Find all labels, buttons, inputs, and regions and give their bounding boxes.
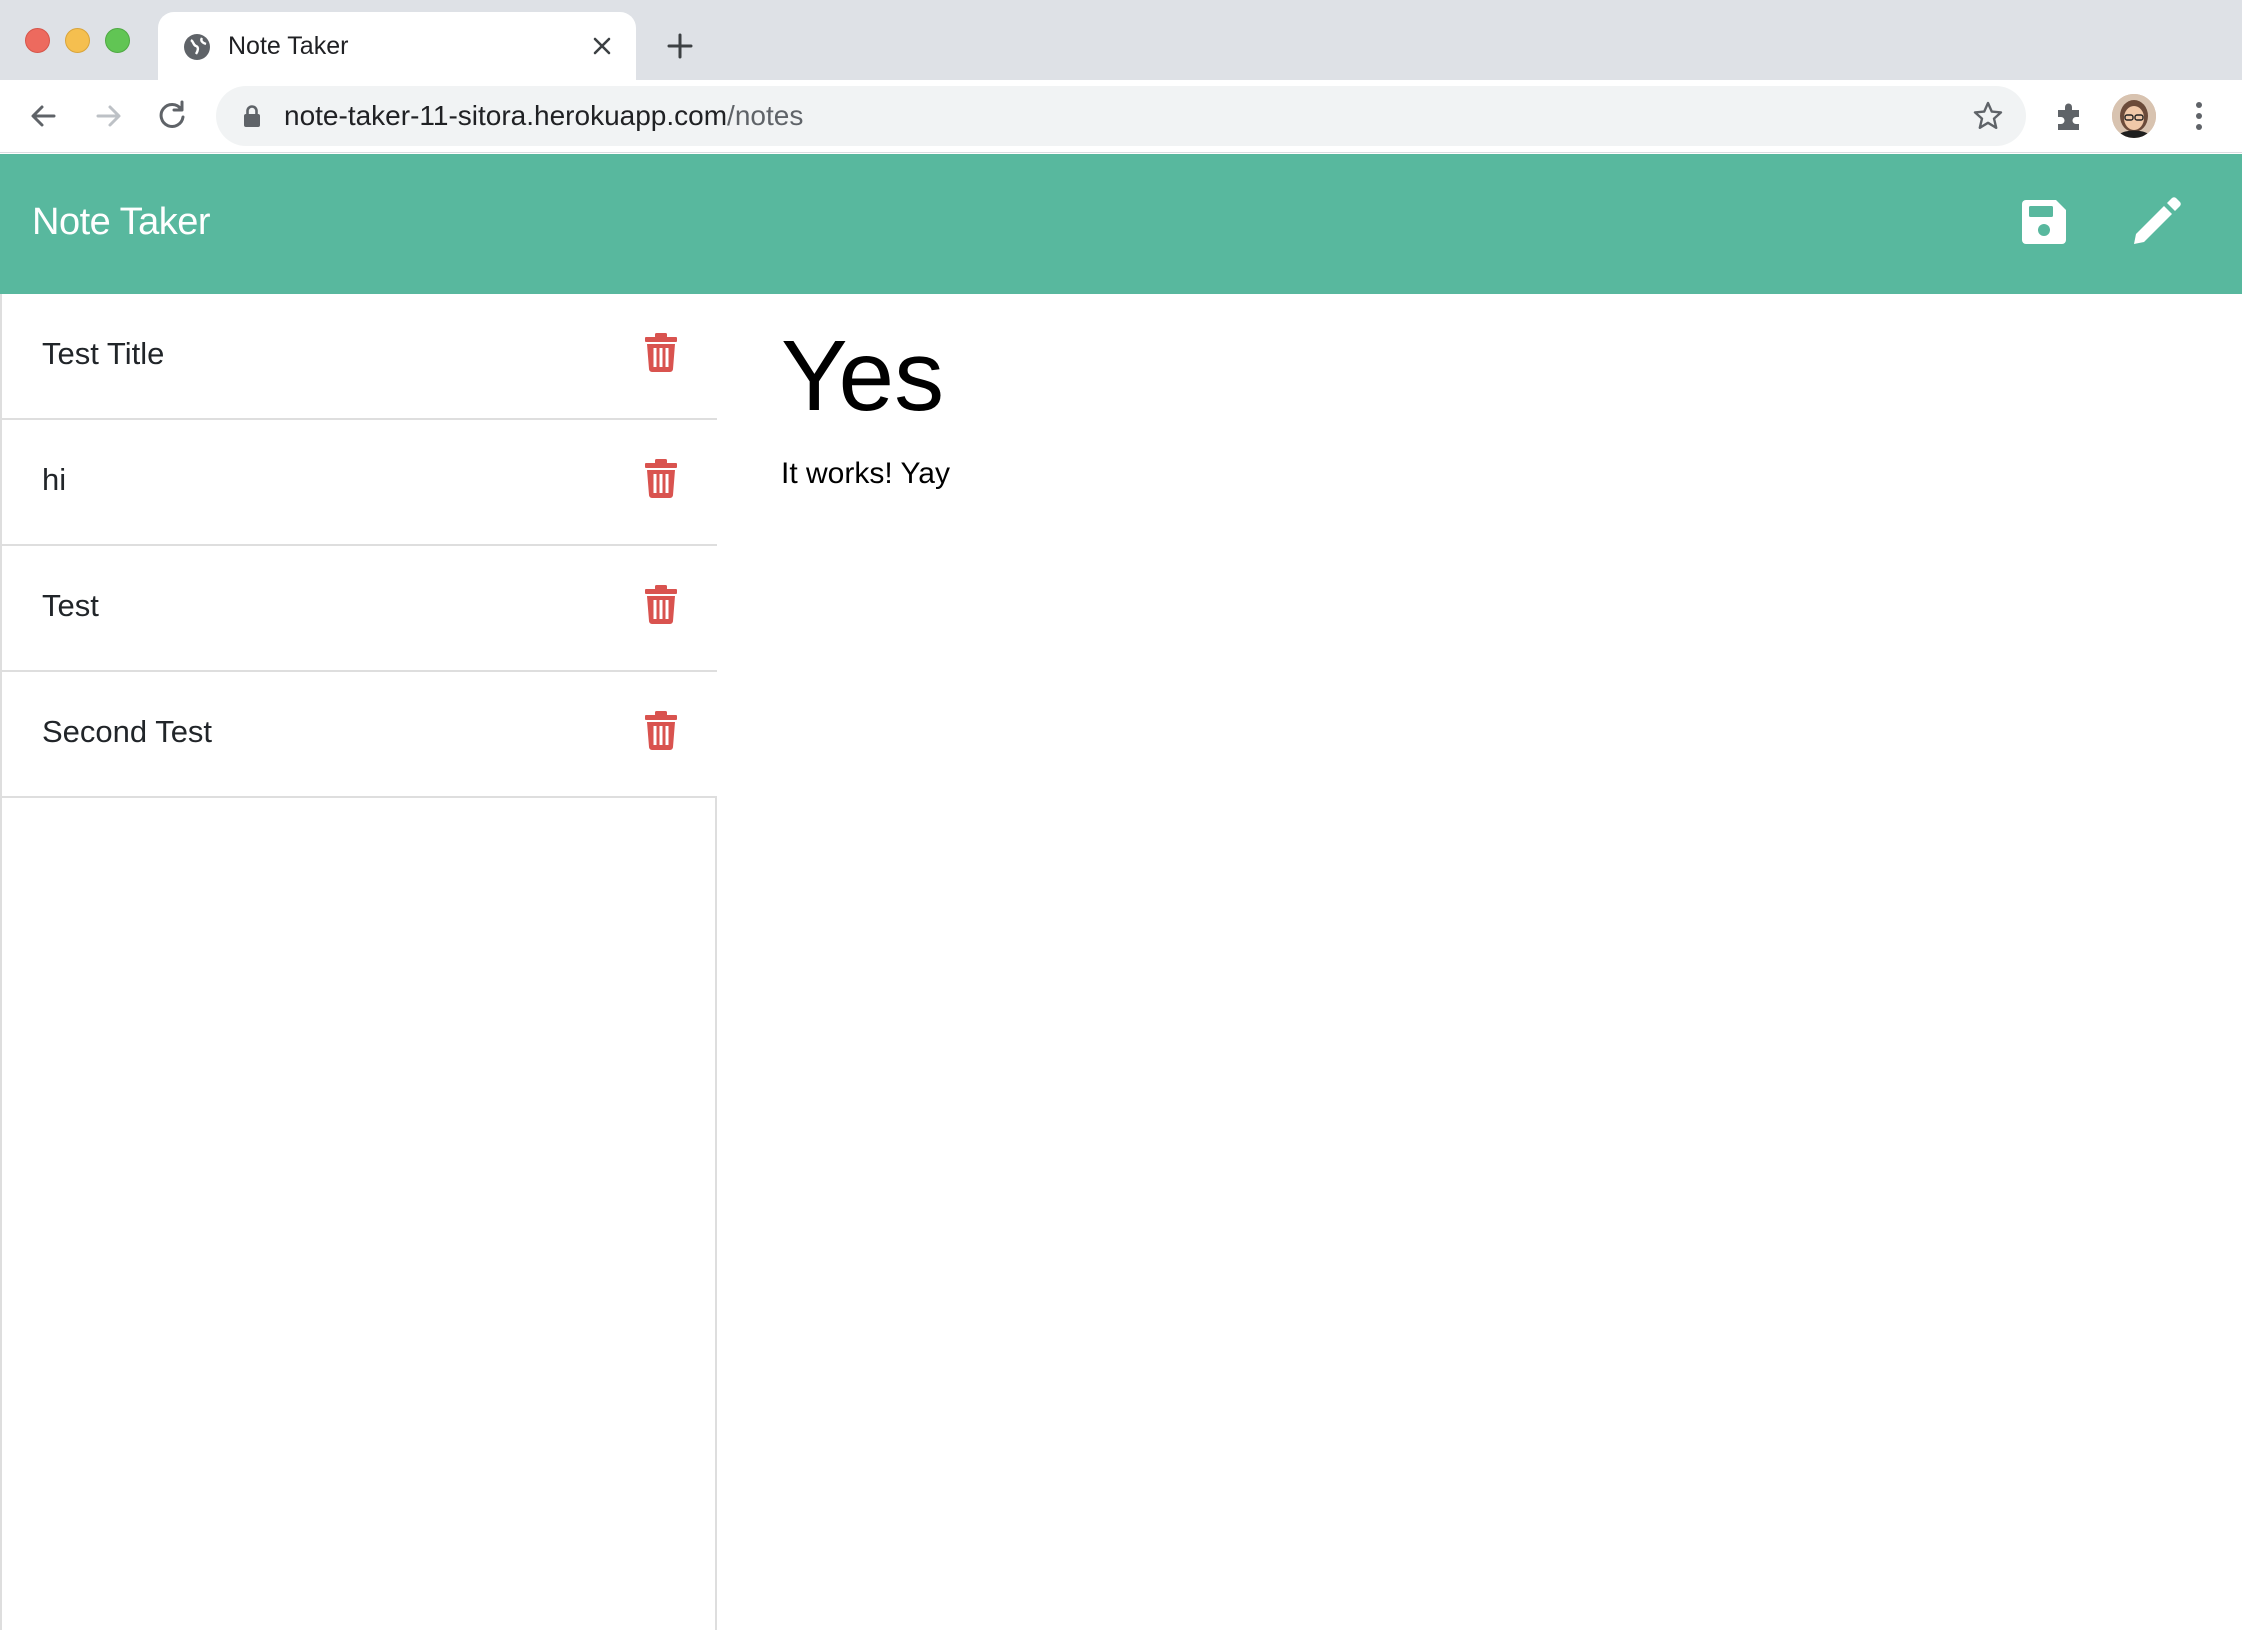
globe-icon [184, 34, 210, 60]
delete-trash-icon[interactable] [644, 458, 678, 498]
list-item[interactable]: hi [2, 420, 717, 546]
list-item[interactable]: Second Test [2, 672, 717, 798]
avatar-image [2112, 94, 2156, 138]
note-title-input[interactable]: Yes [781, 316, 944, 436]
back-arrow-icon[interactable] [22, 94, 66, 138]
profile-avatar[interactable] [2112, 94, 2156, 138]
note-list: Test Title hi Test Second Test [0, 294, 717, 1630]
new-note-pencil-icon[interactable] [2128, 192, 2186, 250]
app-navbar: Note Taker [0, 154, 2242, 294]
close-tab-icon[interactable] [588, 32, 616, 60]
maximize-window-button[interactable] [105, 28, 130, 53]
app-brand[interactable]: Note Taker [32, 198, 211, 246]
delete-trash-icon[interactable] [644, 584, 678, 624]
list-item[interactable]: Test Title [2, 294, 717, 420]
new-tab-icon[interactable] [662, 28, 698, 64]
reload-icon[interactable] [150, 94, 194, 138]
delete-trash-icon[interactable] [644, 332, 678, 372]
browser-menu-icon[interactable] [2184, 96, 2214, 136]
browser-tab[interactable]: Note Taker [158, 12, 636, 80]
extensions-puzzle-icon[interactable] [2052, 98, 2088, 134]
browser-tabstrip: Note Taker [0, 0, 2242, 80]
forward-arrow-icon[interactable] [86, 94, 130, 138]
note-title: Test [42, 588, 99, 623]
url-host: note-taker-11-sitora.herokuapp.com [284, 100, 728, 131]
note-title: hi [42, 462, 67, 497]
note-editor: Yes It works! Yay [781, 294, 2181, 1594]
note-text-area[interactable]: It works! Yay [781, 454, 950, 494]
minimize-window-button[interactable] [65, 28, 90, 53]
note-title: Second Test [42, 714, 213, 749]
address-bar[interactable]: note-taker-11-sitora.herokuapp.com/notes [216, 86, 2026, 146]
lock-icon[interactable] [242, 104, 262, 128]
save-note-icon[interactable] [2018, 196, 2070, 248]
delete-trash-icon[interactable] [644, 710, 678, 750]
close-window-button[interactable] [25, 28, 50, 53]
url-path: /notes [727, 100, 804, 131]
bookmark-star-icon[interactable] [1972, 100, 2004, 132]
browser-toolbar: note-taker-11-sitora.herokuapp.com/notes [0, 80, 2242, 153]
url-text: note-taker-11-sitora.herokuapp.com/notes [284, 99, 803, 133]
list-item[interactable]: Test [2, 546, 717, 672]
tab-title: Note Taker [228, 32, 349, 60]
note-title: Test Title [42, 336, 165, 371]
